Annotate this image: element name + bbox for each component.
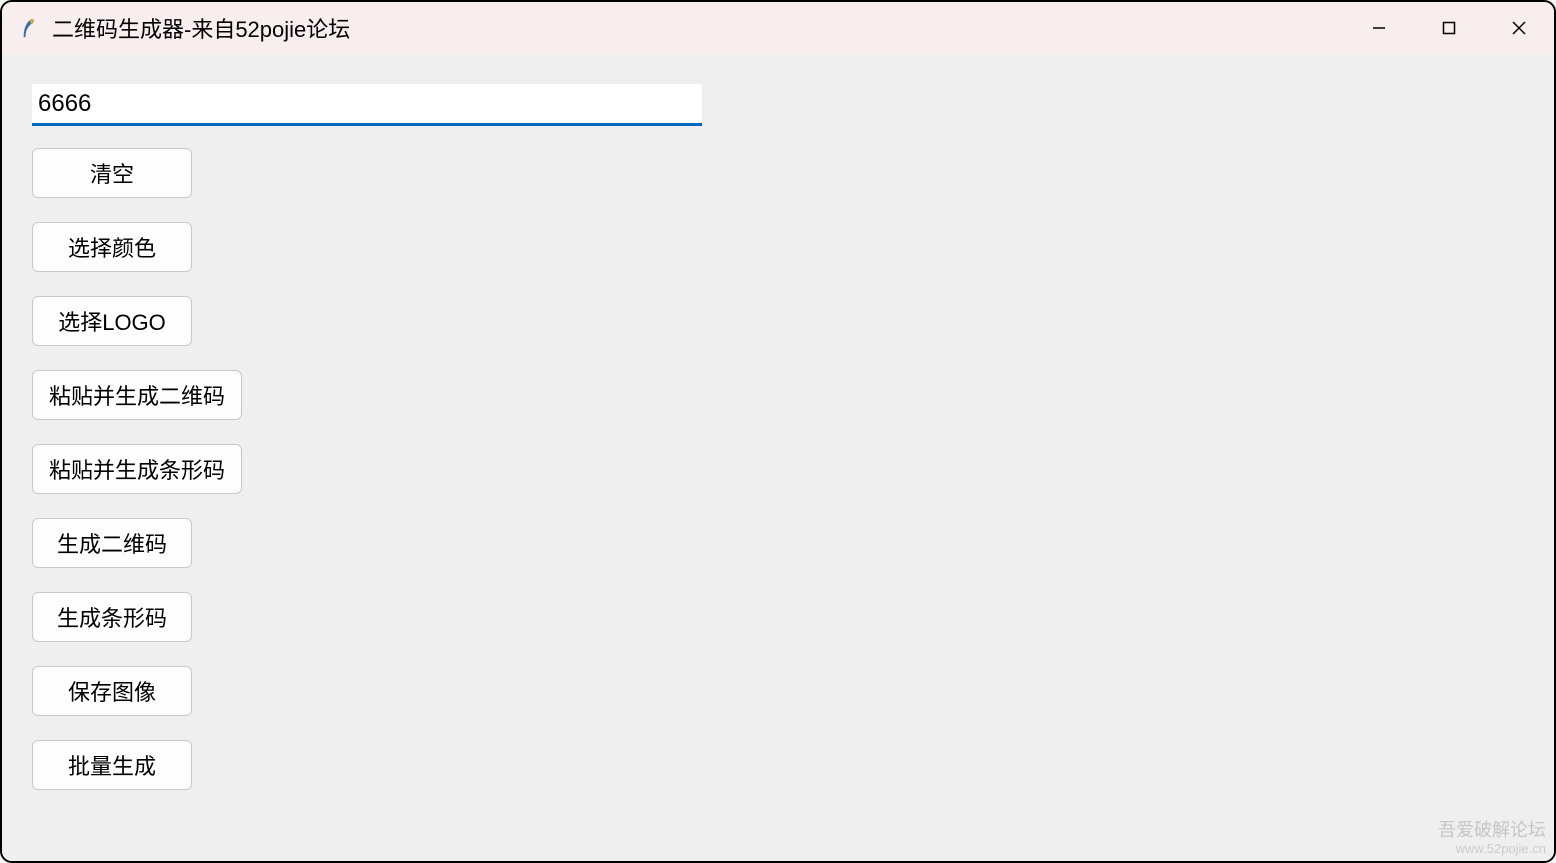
window-title: 二维码生成器-来自52pojie论坛 (52, 12, 350, 44)
app-icon (20, 17, 42, 39)
button-stack: 清空 选择颜色 选择LOGO 粘贴并生成二维码 粘贴并生成条形码 生成二维码 生… (32, 148, 1524, 790)
minimize-button[interactable] (1344, 2, 1414, 54)
maximize-button[interactable] (1414, 2, 1484, 54)
batch-generate-button[interactable]: 批量生成 (32, 740, 192, 790)
close-button[interactable] (1484, 2, 1554, 54)
generate-qr-button[interactable]: 生成二维码 (32, 518, 192, 568)
generate-barcode-button[interactable]: 生成条形码 (32, 592, 192, 642)
paste-generate-qr-button[interactable]: 粘贴并生成二维码 (32, 370, 242, 420)
content-area: 清空 选择颜色 选择LOGO 粘贴并生成二维码 粘贴并生成条形码 生成二维码 生… (2, 54, 1554, 861)
app-window: 二维码生成器-来自52pojie论坛 清空 选择颜色 选择LOGO 粘贴并生成二… (0, 0, 1556, 863)
content-input[interactable] (32, 84, 702, 126)
clear-button[interactable]: 清空 (32, 148, 192, 198)
paste-generate-barcode-button[interactable]: 粘贴并生成条形码 (32, 444, 242, 494)
choose-logo-button[interactable]: 选择LOGO (32, 296, 192, 346)
choose-color-button[interactable]: 选择颜色 (32, 222, 192, 272)
window-controls (1344, 2, 1554, 54)
titlebar: 二维码生成器-来自52pojie论坛 (2, 2, 1554, 54)
save-image-button[interactable]: 保存图像 (32, 666, 192, 716)
